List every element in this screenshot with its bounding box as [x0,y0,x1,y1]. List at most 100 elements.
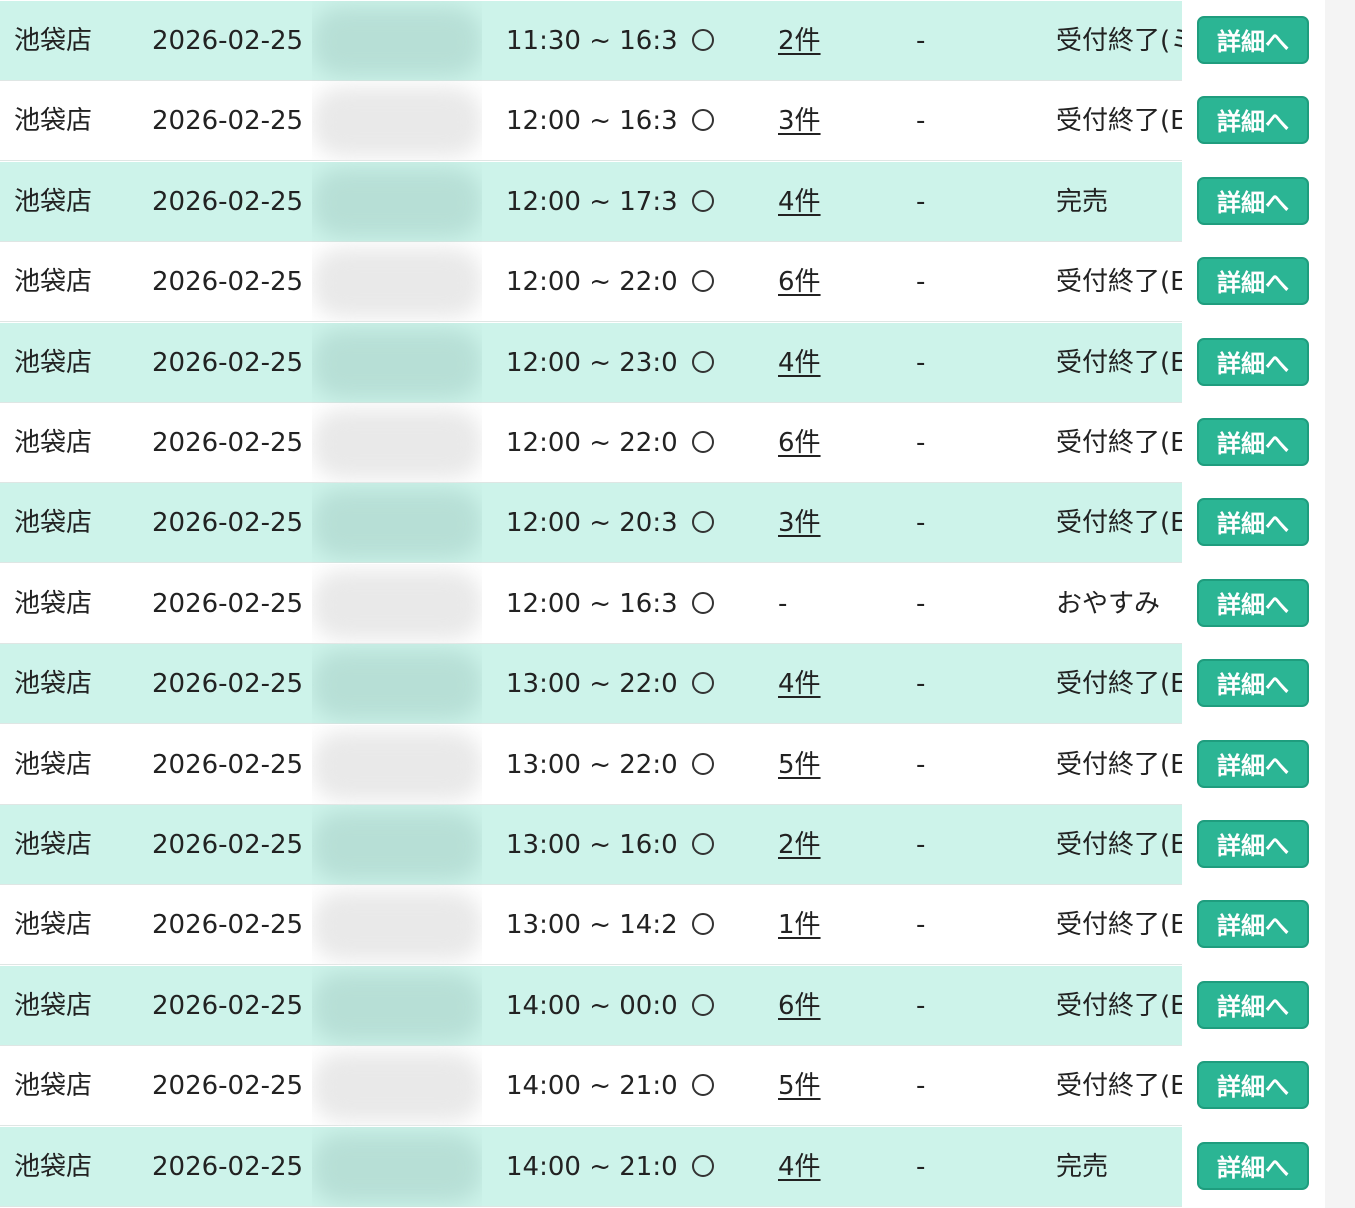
redacted-name-blur [312,811,482,881]
circle-mark-icon [692,269,714,292]
action-cell: 詳細へ [1182,1,1325,81]
store-cell: 池袋店 [14,669,93,699]
cast-name-cell-redacted [312,725,482,805]
date-cell: 2026-02-25 [152,106,302,136]
detail-button[interactable]: 詳細へ [1197,579,1309,627]
store-cell: 池袋店 [14,991,93,1021]
detail-button[interactable]: 詳細へ [1197,338,1309,386]
availability-cell [692,564,726,644]
placeholder-dash-cell: - [916,187,926,217]
schedule-table: 池袋店2026-02-2511:30 ~ 16:302件-受付終了(ミ詳細へ池袋… [0,0,1325,1208]
reservation-count-link[interactable]: 6件 [778,267,821,297]
store-cell: 池袋店 [14,830,93,860]
table-row: 池袋店 2026-02-25 12:00 ~ 17:30 4件 - 完売 詳細へ [0,162,1325,242]
reservation-count-link[interactable]: 4件 [778,348,821,378]
circle-mark-icon [692,1154,714,1177]
reservation-count-cell[interactable]: 4件 [778,323,868,403]
store-cell: 池袋店 [14,589,93,619]
reservation-count-link[interactable]: 2件 [778,830,821,860]
detail-button[interactable]: 詳細へ [1197,740,1309,788]
date-cell: 2026-02-25 [152,910,302,940]
availability-cell [692,1,726,81]
cast-name-cell-redacted [312,403,482,483]
reservation-count-cell[interactable]: 6件 [778,403,868,483]
reservation-count-cell[interactable]: 4件 [778,162,868,242]
cast-name-cell-redacted [312,805,482,885]
reservation-count-cell[interactable]: 5件 [778,725,868,805]
detail-button[interactable]: 詳細へ [1197,659,1309,707]
reservation-count-link[interactable]: 6件 [778,428,821,458]
status-cell: 受付終了(E [1056,991,1182,1021]
reservation-count-cell[interactable]: 4件 [778,1127,868,1207]
detail-button[interactable]: 詳細へ [1197,96,1309,144]
availability-cell [692,885,726,965]
reservation-count-link[interactable]: 1件 [778,910,821,940]
placeholder-dash-cell: - [916,267,926,297]
reservation-count-link[interactable]: 3件 [778,106,821,136]
availability-cell [692,805,726,885]
date-cell: 2026-02-25 [152,1071,302,1101]
reservation-count-cell[interactable]: 6件 [778,966,868,1046]
time-range-cell: 13:00 ~ 16:06 [506,830,676,860]
detail-button[interactable]: 詳細へ [1197,1061,1309,1109]
detail-button[interactable]: 詳細へ [1197,257,1309,305]
status-cell: 完売 [1056,1152,1109,1182]
detail-button[interactable]: 詳細へ [1197,498,1309,546]
detail-button[interactable]: 詳細へ [1197,900,1309,948]
placeholder-dash-cell: - [916,589,926,619]
time-range-cell: 12:00 ~ 17:30 [506,187,676,217]
reservation-count-cell[interactable]: 2件 [778,1,868,81]
circle-mark-icon [692,912,714,935]
store-cell: 池袋店 [14,1152,93,1182]
table-row: 池袋店 2026-02-25 12:00 ~ 22:00 6件 - 受付終了(E 詳細へ [0,242,1325,322]
availability-cell [692,966,726,1046]
status-cell: おやすみ [1056,589,1161,619]
reservation-count-cell[interactable]: 2件 [778,805,868,885]
reservation-count-link[interactable]: 6件 [778,991,821,1021]
circle-mark-icon [692,993,714,1016]
reservation-count-link[interactable]: 4件 [778,669,821,699]
circle-mark-icon [692,832,714,855]
store-cell: 池袋店 [14,348,93,378]
scrollbar-track[interactable] [1325,0,1355,1208]
detail-button[interactable]: 詳細へ [1197,820,1309,868]
status-cell: 受付終了(E [1056,669,1182,699]
table-row: 池袋店 2026-02-25 14:00 ~ 00:00 6件 - 受付終了(E 詳細へ [0,966,1325,1046]
reservation-count-cell[interactable]: 3件 [778,483,868,563]
action-cell: 詳細へ [1182,1046,1325,1126]
action-cell: 詳細へ [1182,81,1325,161]
reservation-count-link[interactable]: 3件 [778,508,821,538]
store-cell: 池袋店 [14,1071,93,1101]
reservation-count-cell[interactable]: 4件 [778,644,868,724]
table-row: 池袋店 2026-02-25 14:00 ~ 21:00 5件 - 受付終了(E 詳細へ [0,1046,1325,1126]
table-row: 池袋店 2026-02-25 13:00 ~ 16:06 2件 - 受付終了(E 詳細へ [0,805,1325,885]
redacted-name-blur [312,7,482,77]
action-cell: 詳細へ [1182,564,1325,644]
reservation-count-link[interactable]: 4件 [778,1152,821,1182]
time-range-cell: 12:00 ~ 22:00 [506,428,676,458]
reservation-count-link[interactable]: 5件 [778,1071,821,1101]
reservation-count-link[interactable]: 4件 [778,187,821,217]
reservation-count-cell[interactable]: 3件 [778,81,868,161]
placeholder-dash-cell: - [916,1152,926,1182]
circle-mark-icon [692,430,714,453]
reservation-count-cell[interactable]: 6件 [778,242,868,322]
reservation-count-link[interactable]: 5件 [778,750,821,780]
reservation-count-cell[interactable]: 5件 [778,1046,868,1126]
circle-mark-icon [692,752,714,775]
placeholder-dash-cell: - [916,428,926,458]
circle-mark-icon [692,189,714,212]
reservation-count-link[interactable]: 2件 [778,26,821,56]
cast-name-cell-redacted [312,483,482,563]
redacted-name-blur [312,87,482,157]
status-cell: 受付終了(E [1056,830,1182,860]
detail-button[interactable]: 詳細へ [1197,177,1309,225]
detail-button[interactable]: 詳細へ [1197,418,1309,466]
detail-button[interactable]: 詳細へ [1197,981,1309,1029]
store-cell: 池袋店 [14,267,93,297]
cast-name-cell-redacted [312,644,482,724]
detail-button[interactable]: 詳細へ [1197,1142,1309,1190]
reservation-count-cell[interactable]: 1件 [778,885,868,965]
detail-button[interactable]: 詳細へ [1197,16,1309,64]
store-cell: 池袋店 [14,750,93,780]
